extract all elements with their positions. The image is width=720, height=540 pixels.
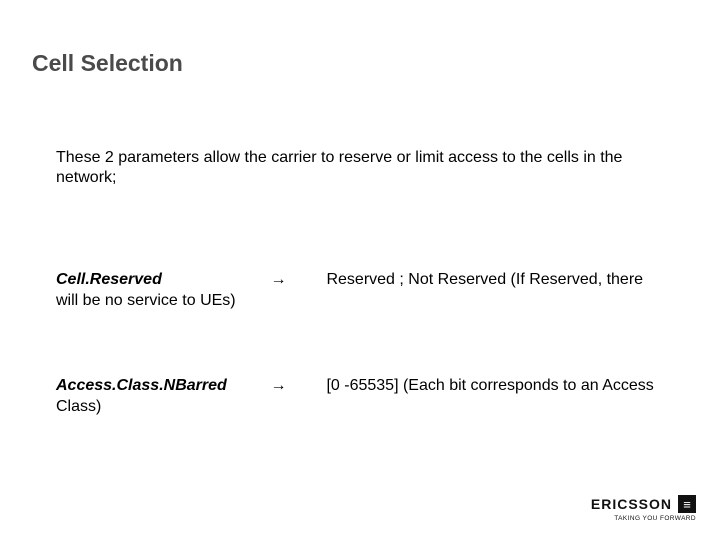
intro-text: These 2 parameters allow the carrier to … [56,148,666,188]
ericsson-logo-icon: ≡ [678,495,696,513]
logo-glyph: ≡ [683,498,691,511]
brand-name: ERICSSON [591,496,672,512]
arrow-icon: → [270,271,286,288]
slide: Cell Selection These 2 parameters allow … [0,0,720,540]
page-title: Cell Selection [32,50,183,77]
param-access-class: Access.Class.NBarred → [0 -65535] (Each … [56,376,666,418]
param-cell-reserved: Cell.Reserved → Reserved ; Not Reserved … [56,270,666,312]
brand-block: ERICSSON ≡ TAKING YOU FORWARD [591,495,696,522]
brand-tagline: TAKING YOU FORWARD [614,515,696,522]
param-name: Access.Class.NBarred [56,376,266,397]
footer: ERICSSON ≡ TAKING YOU FORWARD [591,495,696,522]
arrow-icon: → [270,377,286,394]
brand-row: ERICSSON ≡ [591,495,696,513]
param-name: Cell.Reserved [56,270,266,291]
